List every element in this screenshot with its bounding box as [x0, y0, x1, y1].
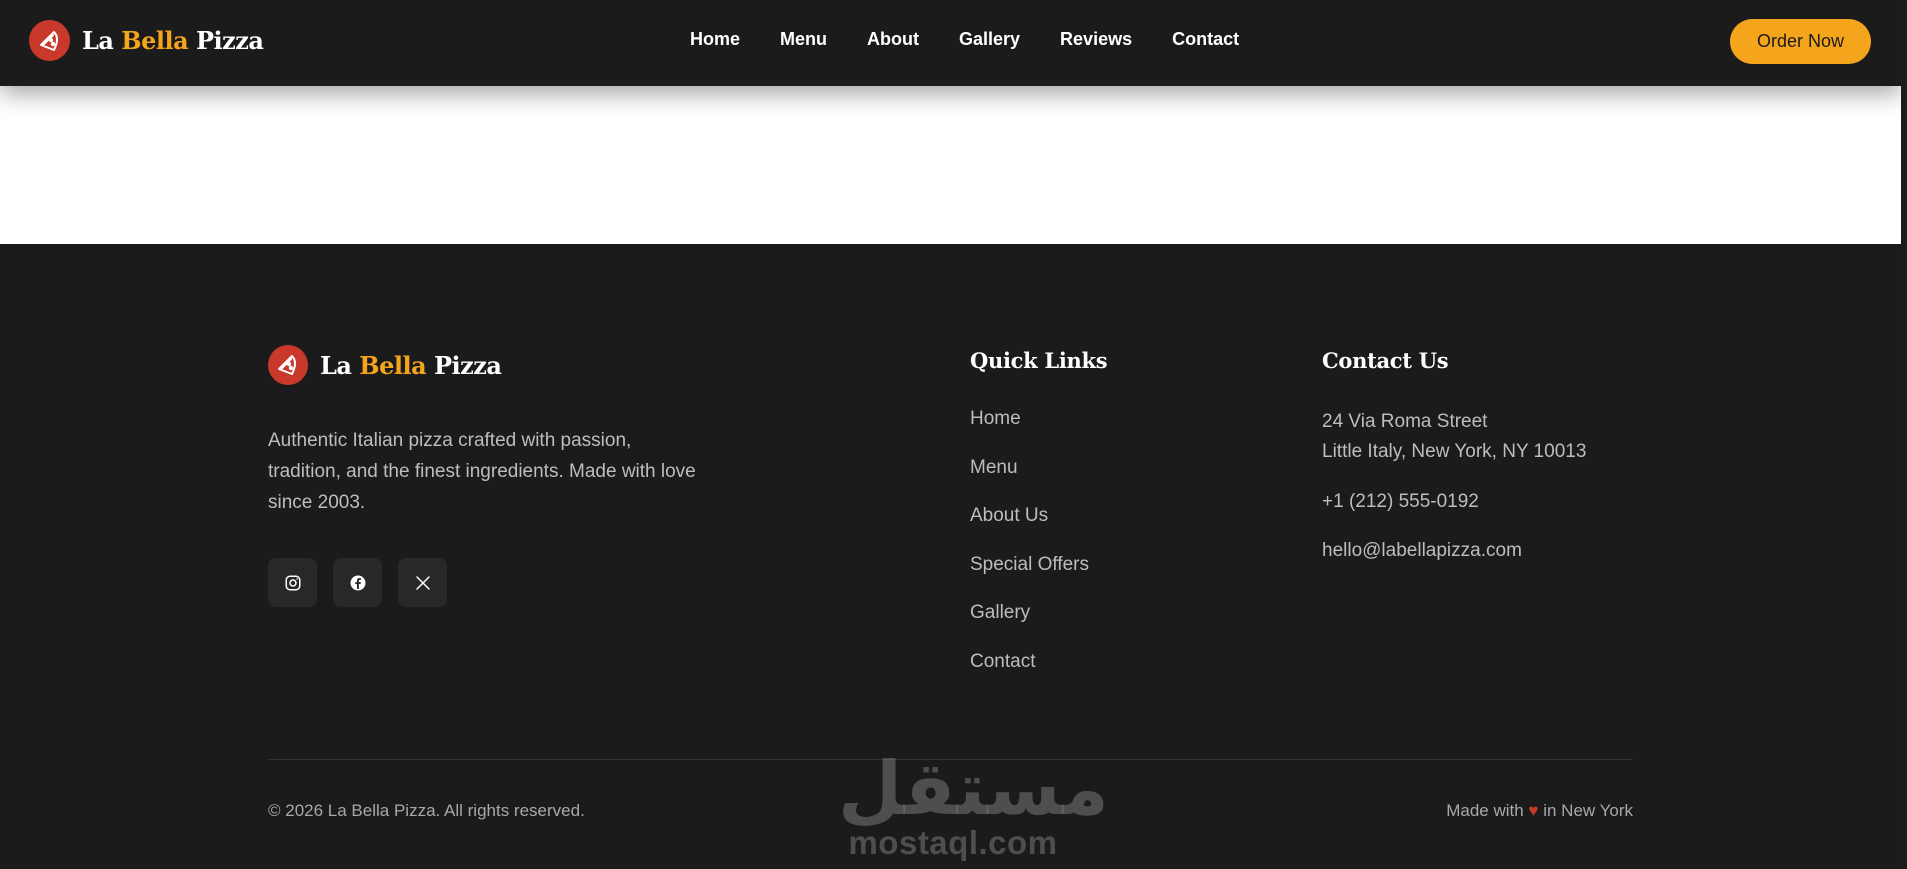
quick-link-about-us[interactable]: About Us — [970, 505, 1089, 554]
address-line-1: 24 Via Roma Street — [1322, 411, 1488, 432]
nav-gallery[interactable]: Gallery — [959, 29, 1020, 50]
facebook-icon — [350, 575, 365, 590]
footer-divider — [268, 759, 1633, 760]
page: La Bella Pizza Home Menu About Gallery R… — [0, 0, 1907, 869]
quick-link-contact[interactable]: Contact — [970, 651, 1089, 700]
quick-links-title: Quick Links — [970, 348, 1108, 373]
browser-viewport: La Bella Pizza Home Menu About Gallery R… — [0, 0, 1901, 865]
x-button[interactable] — [398, 558, 447, 607]
nav-about[interactable]: About — [867, 29, 919, 50]
made-with-text: Made with ♥ in New York — [1446, 801, 1633, 820]
site-footer: La Bella Pizza Authentic Italian pizza c… — [0, 244, 1901, 865]
quick-link-menu[interactable]: Menu — [970, 457, 1089, 506]
brand-name: La Bella Pizza — [82, 26, 264, 55]
nav-home[interactable]: Home — [690, 29, 740, 50]
about-description: Authentic Italian pizza crafted with pas… — [268, 430, 696, 513]
copyright-text: © 2026 La Bella Pizza. All rights reserv… — [268, 801, 585, 820]
watermark-latin: mostaql.com — [848, 824, 1058, 861]
quick-link-home[interactable]: Home — [970, 408, 1089, 457]
nav-contact[interactable]: Contact — [1172, 29, 1239, 50]
address-line-2: Little Italy, New York, NY 10013 — [1322, 441, 1587, 462]
facebook-button[interactable] — [333, 558, 382, 607]
nav-menu[interactable]: Menu — [780, 29, 827, 50]
quick-link-special-offers[interactable]: Special Offers — [970, 554, 1089, 603]
site-header: La Bella Pizza Home Menu About Gallery R… — [0, 0, 1901, 86]
pizza-slice-icon — [29, 20, 70, 61]
contact-us-title: Contact Us — [1322, 348, 1449, 373]
nav-reviews[interactable]: Reviews — [1060, 29, 1132, 50]
quick-link-gallery[interactable]: Gallery — [970, 602, 1089, 651]
watermark-arabic: مستقل — [838, 746, 1109, 832]
x-icon — [415, 575, 430, 590]
footer-brand[interactable]: La Bella Pizza — [268, 345, 502, 385]
contact-address: 24 Via Roma Street Little Italy, New Yor… — [1322, 407, 1586, 467]
footer-brand-name: La Bella Pizza — [320, 350, 502, 380]
order-now-button[interactable]: Order Now — [1730, 19, 1871, 64]
header-brand[interactable]: La Bella Pizza — [29, 20, 264, 61]
contact-email[interactable]: hello@labellapizza.com — [1322, 536, 1522, 566]
quick-links-list: Home Menu About Us Special Offers Galler… — [970, 408, 1089, 700]
social-links — [268, 558, 447, 607]
heart-icon: ♥ — [1528, 801, 1539, 820]
scrollbar[interactable] — [1901, 0, 1907, 869]
contact-phone[interactable]: +1 (212) 555-0192 — [1322, 487, 1479, 517]
main-nav: Home Menu About Gallery Reviews Contact — [690, 29, 1279, 50]
watermark: مستقل mostaql.com — [838, 746, 1109, 861]
pizza-slice-icon — [268, 345, 308, 385]
instagram-button[interactable] — [268, 558, 317, 607]
instagram-icon — [285, 575, 300, 590]
